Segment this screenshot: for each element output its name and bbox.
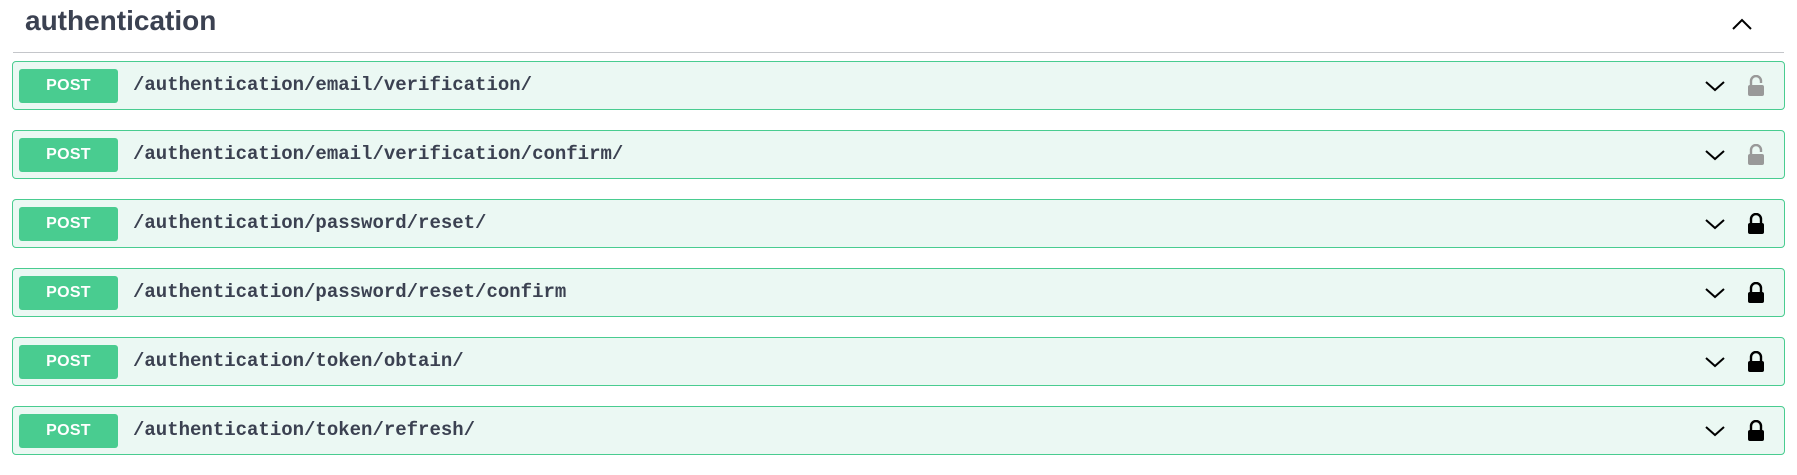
api-section: authentication POST /authentication/emai… (0, 0, 1797, 468)
method-badge: POST (19, 69, 118, 103)
chevron-down-icon[interactable] (1702, 74, 1728, 98)
operation-row[interactable]: POST /authentication/password/reset/conf… (12, 268, 1785, 317)
chevron-down-icon[interactable] (1702, 143, 1728, 167)
unlocked-lock-icon[interactable] (1744, 72, 1768, 100)
operations-list: POST /authentication/email/verification/… (12, 61, 1785, 475)
operation-path: /authentication/email/verification/confi… (133, 143, 624, 165)
locked-lock-icon[interactable] (1744, 279, 1768, 307)
method-badge: POST (19, 276, 118, 310)
section-title: authentication (25, 5, 217, 36)
chevron-up-icon[interactable] (1728, 12, 1756, 36)
chevron-down-icon[interactable] (1702, 350, 1728, 374)
section-header[interactable]: authentication (13, 0, 1784, 53)
operation-row[interactable]: POST /authentication/token/obtain/ (12, 337, 1785, 386)
method-badge: POST (19, 207, 118, 241)
operation-row[interactable]: POST /authentication/email/verification/… (12, 130, 1785, 179)
method-badge: POST (19, 345, 118, 379)
operation-row[interactable]: POST /authentication/token/refresh/ (12, 406, 1785, 455)
method-badge: POST (19, 138, 118, 172)
chevron-down-icon[interactable] (1702, 281, 1728, 305)
operation-path: /authentication/token/obtain/ (133, 350, 464, 372)
locked-lock-icon[interactable] (1744, 210, 1768, 238)
method-badge: POST (19, 414, 118, 448)
operation-row[interactable]: POST /authentication/email/verification/ (12, 61, 1785, 110)
operation-path: /authentication/email/verification/ (133, 74, 533, 96)
operation-path: /authentication/token/refresh/ (133, 419, 476, 441)
locked-lock-icon[interactable] (1744, 348, 1768, 376)
operation-path: /authentication/password/reset/confirm (133, 281, 567, 303)
locked-lock-icon[interactable] (1744, 417, 1768, 445)
unlocked-lock-icon[interactable] (1744, 141, 1768, 169)
chevron-down-icon[interactable] (1702, 419, 1728, 443)
operation-row[interactable]: POST /authentication/password/reset/ (12, 199, 1785, 248)
chevron-down-icon[interactable] (1702, 212, 1728, 236)
operation-path: /authentication/password/reset/ (133, 212, 487, 234)
